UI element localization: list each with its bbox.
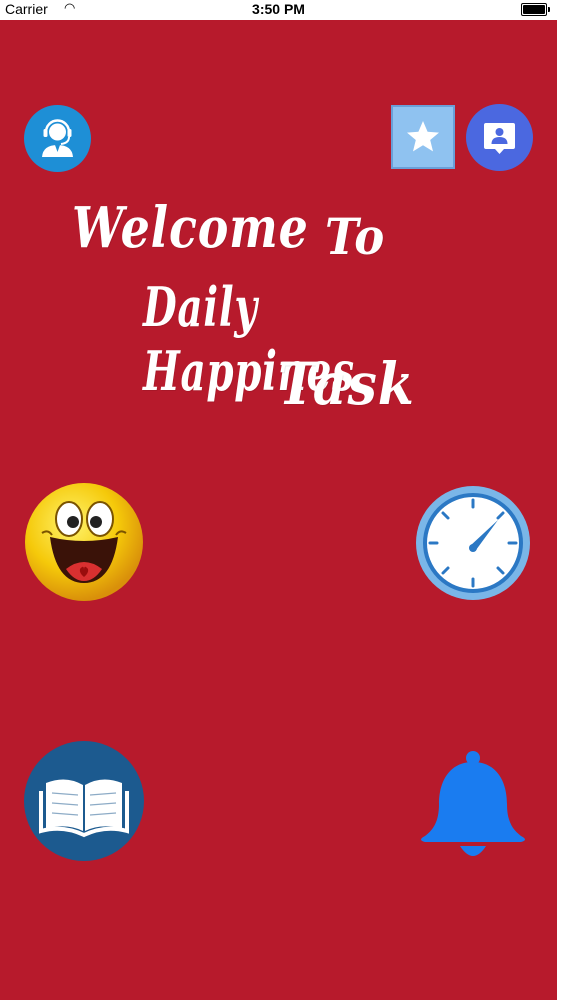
timer-button[interactable]: [412, 484, 534, 602]
task-text: Task: [278, 350, 415, 418]
battery-icon: [521, 3, 550, 16]
smiley-icon: [25, 483, 143, 601]
contact-button[interactable]: [466, 104, 533, 171]
status-bar: Carrier ◠ 3:50 PM: [0, 0, 557, 20]
reminder-button[interactable]: [410, 750, 536, 862]
welcome-to-text: To: [325, 207, 386, 266]
screen-edge: [557, 0, 563, 1000]
welcome-text: Welcome: [72, 195, 309, 261]
star-icon: [407, 121, 439, 152]
read-button[interactable]: [24, 741, 144, 861]
status-time: 3:50 PM: [252, 1, 305, 17]
mood-button[interactable]: [24, 481, 144, 603]
bell-icon: [421, 751, 525, 856]
customer-support-icon: [42, 119, 73, 157]
favorite-button[interactable]: [391, 105, 455, 169]
open-book-icon: [39, 779, 129, 838]
customer-support-button[interactable]: [24, 105, 91, 172]
stopwatch-icon: [416, 486, 530, 600]
app-screen: Carrier ◠ 3:50 PM Welcome To Daily Happi…: [0, 0, 557, 1000]
contact-card-icon: [484, 123, 515, 154]
